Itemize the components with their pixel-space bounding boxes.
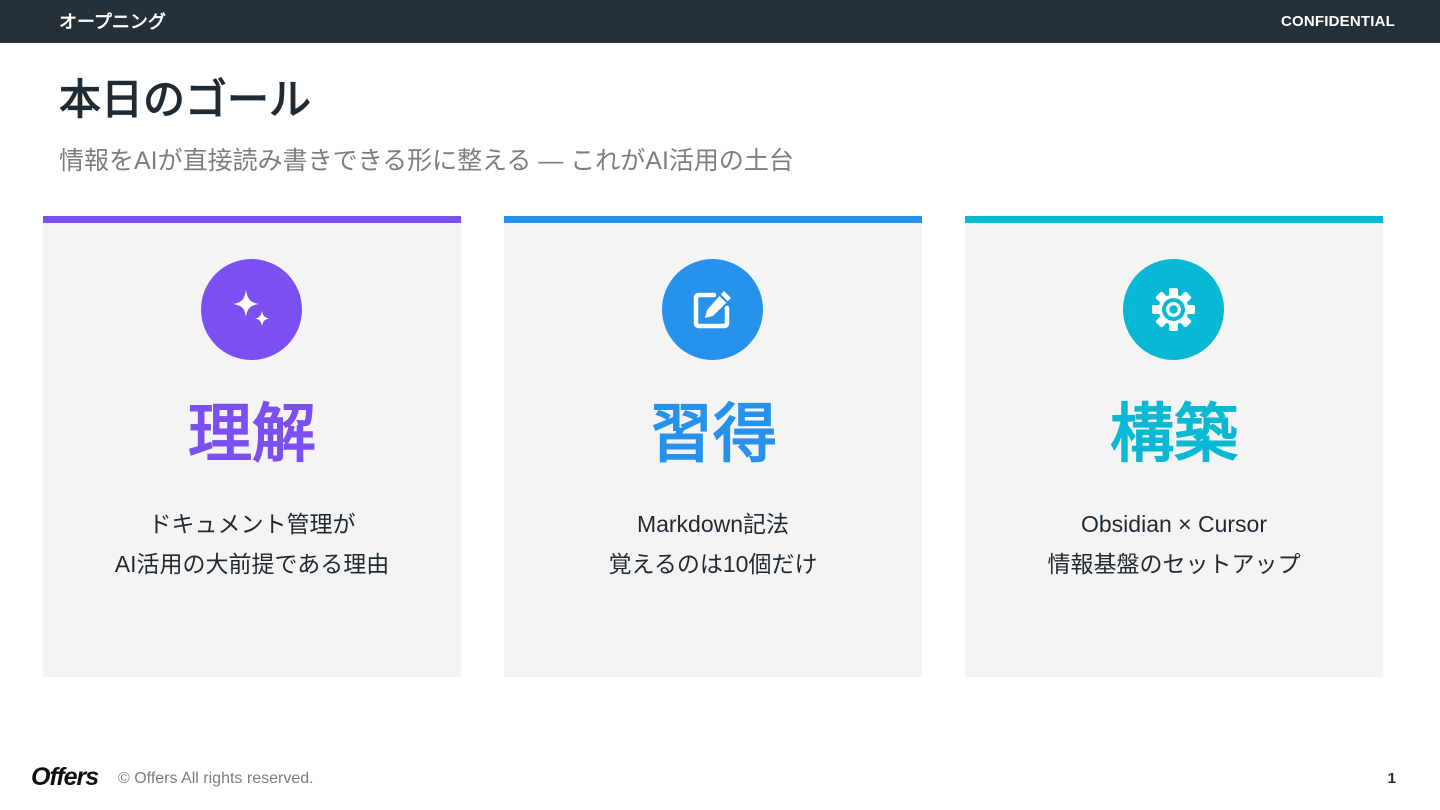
card-description-line: AI活用の大前提である理由 <box>114 551 390 577</box>
offers-logo: Offers <box>31 763 99 791</box>
card-description-line: 情報基盤のセットアップ <box>1047 551 1301 577</box>
goal-card-understand: 理解 ドキュメント管理が AI活用の大前提である理由 <box>43 216 461 677</box>
card-heading: 構築 <box>1110 398 1238 470</box>
card-description-line: ドキュメント管理が <box>148 511 356 537</box>
confidential-label: CONFIDENTIAL <box>1280 13 1395 30</box>
card-accent-bar <box>504 216 922 223</box>
page-title: 本日のゴール <box>59 76 312 123</box>
copyright-text: © Offers All rights reserved. <box>118 770 314 787</box>
section-label: オープニング <box>59 12 166 32</box>
sparkles-icon <box>233 290 269 326</box>
card-description: Markdown記法 覚えるのは10個だけ <box>504 504 922 584</box>
card-heading: 理解 <box>188 398 316 470</box>
page-subtitle: 情報をAIが直接読み書きできる形に整える — これがAI活用の土台 <box>59 147 794 175</box>
icon-circle <box>662 259 763 360</box>
page-number: 1 <box>1387 770 1396 787</box>
card-description-line: Markdown記法 <box>636 511 790 537</box>
goal-card-learn: 習得 Markdown記法 覚えるのは10個だけ <box>504 216 922 677</box>
icon-circle <box>1123 259 1224 360</box>
edit-icon <box>693 291 731 329</box>
card-description-line: Obsidian × Cursor <box>1081 511 1267 537</box>
goal-card-build: 構築 Obsidian × Cursor 情報基盤のセットアップ <box>965 216 1383 677</box>
card-description: Obsidian × Cursor 情報基盤のセットアップ <box>965 504 1383 584</box>
card-heading: 習得 <box>649 398 777 470</box>
card-description-line: 覚えるのは10個だけ <box>608 551 818 577</box>
card-description: ドキュメント管理が AI活用の大前提である理由 <box>43 504 461 584</box>
gear-icon <box>1152 288 1195 331</box>
card-accent-bar <box>43 216 461 223</box>
top-bar: オープニング CONFIDENTIAL <box>0 0 1440 43</box>
icon-circle <box>201 259 302 360</box>
card-accent-bar <box>965 216 1383 223</box>
